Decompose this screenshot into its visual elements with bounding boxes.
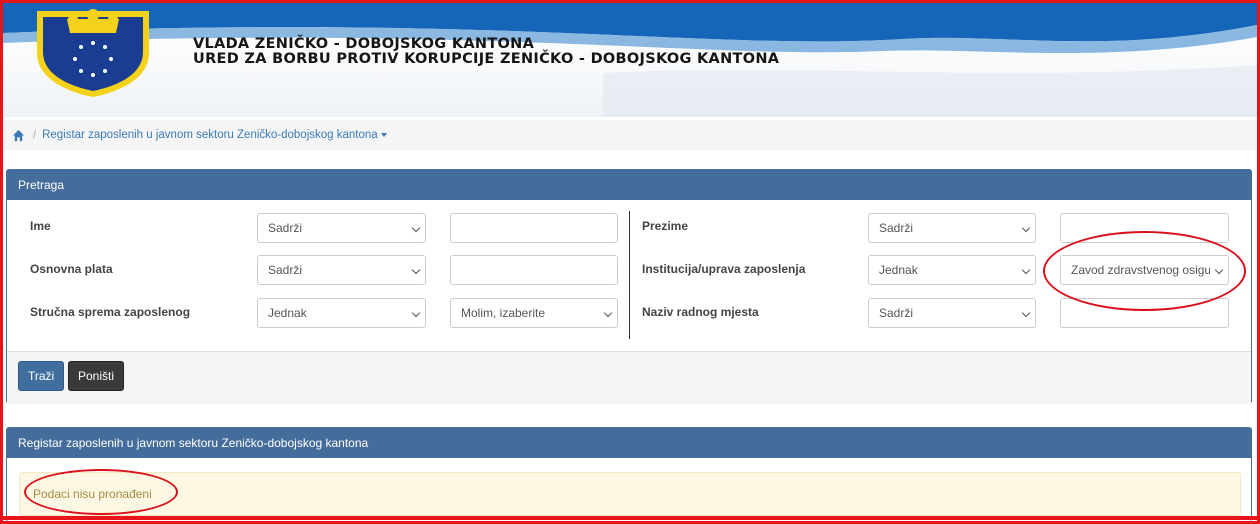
institucija-operator-select[interactable]: Jednak xyxy=(868,255,1036,285)
reset-button[interactable]: Poništi xyxy=(68,361,125,391)
select-value: Jednak xyxy=(268,306,307,320)
select-value: Sadrži xyxy=(268,221,303,235)
field-label-osnovna-plata: Osnovna plata xyxy=(30,262,113,276)
coat-of-arms-logo xyxy=(37,9,149,97)
field-label-strucna-sprema: Stručna sprema zaposlenog xyxy=(30,305,191,319)
breadcrumb-separator: / xyxy=(33,129,37,141)
select-value: Sadrži xyxy=(268,263,303,277)
no-data-alert: Podaci nisu pronađeni xyxy=(19,472,1241,516)
search-panel-title: Pretraga xyxy=(7,170,1251,200)
red-outline-bottom xyxy=(0,516,1260,520)
chevron-down-icon xyxy=(603,308,613,318)
select-value: Sadrži xyxy=(879,221,914,235)
osnovna-plata-operator-select[interactable]: Sadrži xyxy=(257,255,426,285)
select-value: Molim, izaberite xyxy=(461,306,546,320)
chevron-down-icon xyxy=(1021,308,1031,318)
select-value: Zavod zdravstvenog osiguranja xyxy=(1071,263,1210,277)
chevron-down-icon xyxy=(411,223,421,233)
results-panel: Registar zaposlenih u javnom sektoru Zen… xyxy=(6,427,1252,522)
prezime-operator-select[interactable]: Sadrži xyxy=(868,213,1036,243)
header-banner: VLADA ZENIČKO - DOBOJSKOG KANTONA URED Z… xyxy=(3,3,1257,117)
search-panel: Pretraga Ime Sadrži Osnovna plata Sadrži… xyxy=(6,169,1252,404)
osnovna-plata-input[interactable] xyxy=(450,255,618,285)
strucna-sprema-operator-select[interactable]: Jednak xyxy=(257,298,426,328)
select-value: Sadrži xyxy=(879,306,914,320)
chevron-down-icon xyxy=(1021,223,1031,233)
field-label-ime: Ime xyxy=(30,219,51,233)
institucija-value-select[interactable]: Zavod zdravstvenog osiguranja xyxy=(1060,255,1229,285)
chevron-down-icon xyxy=(1021,265,1031,275)
field-label-prezime: Prezime xyxy=(642,219,689,233)
results-panel-title: Registar zaposlenih u javnom sektoru Zen… xyxy=(7,428,1251,458)
chevron-down-icon xyxy=(411,308,421,318)
caret-down-icon xyxy=(380,132,387,137)
chevron-down-icon xyxy=(1214,265,1224,275)
banner-title-line1: VLADA ZENIČKO - DOBOJSKOG KANTONA xyxy=(193,36,535,52)
strucna-sprema-value-select[interactable]: Molim, izaberite xyxy=(450,298,618,328)
column-divider xyxy=(629,211,630,339)
breadcrumb-link-register[interactable]: Registar zaposlenih u javnom sektoru Zen… xyxy=(42,129,387,141)
field-label-institucija: Institucija/uprava zaposlenja xyxy=(642,262,806,276)
ime-input[interactable] xyxy=(450,213,618,243)
search-button[interactable]: Traži xyxy=(18,361,65,391)
prezime-input[interactable] xyxy=(1060,213,1229,243)
banner-title-line2: URED ZA BORBU PROTIV KORUPCIJE ZENIČKO -… xyxy=(193,51,780,67)
naziv-radnog-mjesta-input[interactable] xyxy=(1060,298,1229,328)
chevron-down-icon xyxy=(411,265,421,275)
search-panel-footer: Traži Poništi xyxy=(7,351,1251,404)
home-icon[interactable] xyxy=(12,129,25,142)
select-value: Jednak xyxy=(879,263,918,277)
breadcrumb-link-label: Registar zaposlenih u javnom sektoru Zen… xyxy=(42,129,378,141)
field-label-naziv-radnog-mjesta: Naziv radnog mjesta xyxy=(642,305,759,319)
ime-operator-select[interactable]: Sadrži xyxy=(257,213,426,243)
breadcrumb: / Registar zaposlenih u javnom sektoru Z… xyxy=(3,120,1257,150)
naziv-radnog-mjesta-operator-select[interactable]: Sadrži xyxy=(868,298,1036,328)
